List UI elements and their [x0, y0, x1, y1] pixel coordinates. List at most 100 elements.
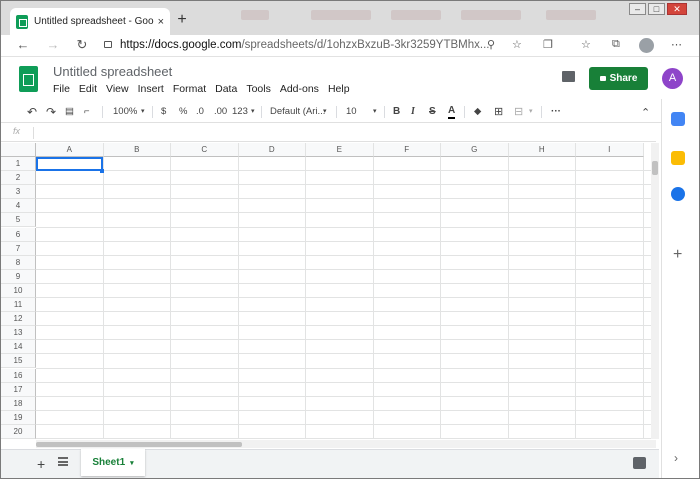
row-header[interactable]: 7: [1, 241, 36, 256]
menu-data[interactable]: Data: [215, 83, 237, 95]
row-header[interactable]: 16: [1, 368, 36, 383]
collections-icon[interactable]: ❐: [543, 38, 553, 51]
print-icon[interactable]: ▤: [65, 105, 74, 119]
bold-button[interactable]: B: [393, 105, 400, 119]
percent-button[interactable]: %: [179, 105, 187, 119]
undo-icon[interactable]: ↶: [27, 105, 37, 119]
browser-menu-icon[interactable]: ⋯: [671, 38, 682, 51]
row-header[interactable]: 18: [1, 396, 36, 411]
menu-view[interactable]: View: [106, 83, 129, 95]
spreadsheet-grid[interactable]: A B C D E F G H I 1 2 3 4 5 6 7 8 9 10 11 12 13 14 15 16 17 18 19 20: [1, 143, 651, 439]
column-header[interactable]: I: [576, 143, 644, 157]
comments-icon[interactable]: [562, 71, 575, 82]
background-tab[interactable]: [546, 10, 596, 20]
background-tab[interactable]: [241, 10, 269, 20]
tab-actions-icon[interactable]: ⧉: [612, 38, 620, 51]
column-header[interactable]: A: [36, 143, 104, 157]
all-sheets-icon[interactable]: [58, 457, 68, 466]
vertical-scroll-thumb[interactable]: [652, 161, 658, 175]
row-header[interactable]: 4: [1, 199, 36, 214]
row-header[interactable]: 13: [1, 326, 36, 341]
close-window-button[interactable]: ✕: [667, 3, 687, 15]
row-header[interactable]: 9: [1, 269, 36, 284]
menu-insert[interactable]: Insert: [138, 83, 164, 95]
menu-tools[interactable]: Tools: [246, 83, 271, 95]
add-sheet-icon[interactable]: +: [37, 456, 45, 472]
tasks-icon[interactable]: [671, 187, 685, 201]
column-header[interactable]: C: [171, 143, 239, 157]
more-options-button[interactable]: ···: [551, 105, 561, 119]
maximize-button[interactable]: □: [648, 3, 665, 15]
row-header[interactable]: 5: [1, 213, 36, 228]
column-header[interactable]: G: [441, 143, 509, 157]
font-select[interactable]: Default (Ari...: [270, 105, 325, 119]
column-header[interactable]: H: [508, 143, 576, 157]
row-header[interactable]: 3: [1, 185, 36, 200]
keep-icon[interactable]: [671, 151, 685, 165]
row-header[interactable]: 11: [1, 298, 36, 313]
tab-close-icon[interactable]: ×: [158, 16, 164, 28]
show-side-panel-icon[interactable]: ›: [674, 451, 678, 465]
favorites-icon[interactable]: ☆: [581, 38, 591, 51]
column-header[interactable]: F: [373, 143, 441, 157]
fill-color-icon[interactable]: ◆: [474, 105, 481, 119]
paint-format-icon[interactable]: ⌐: [84, 105, 90, 119]
horizontal-scrollbar[interactable]: [36, 440, 656, 448]
calendar-icon[interactable]: [671, 112, 685, 126]
menu-format[interactable]: Format: [173, 83, 206, 95]
column-header[interactable]: D: [238, 143, 306, 157]
forward-arrow-icon[interactable]: →: [44, 37, 62, 52]
selected-cell[interactable]: [36, 157, 103, 171]
refresh-icon[interactable]: ↻: [73, 37, 91, 53]
share-button[interactable]: Share: [589, 67, 648, 90]
row-header[interactable]: 20: [1, 424, 36, 439]
horizontal-scroll-thumb[interactable]: [36, 442, 242, 447]
row-header[interactable]: 6: [1, 227, 36, 242]
vertical-scrollbar[interactable]: [651, 143, 659, 439]
currency-button[interactable]: $: [161, 105, 166, 119]
borders-icon[interactable]: ⊞: [494, 105, 503, 119]
select-all-corner[interactable]: [1, 143, 36, 157]
menu-edit[interactable]: Edit: [79, 83, 97, 95]
background-tab[interactable]: [391, 10, 441, 20]
minimize-button[interactable]: –: [629, 3, 646, 15]
column-header[interactable]: E: [306, 143, 374, 157]
url-field[interactable]: https://docs.google.com/spreadsheets/d/1…: [104, 36, 524, 55]
menu-file[interactable]: File: [53, 83, 70, 95]
italic-button[interactable]: I: [411, 105, 415, 119]
collapse-menu-icon[interactable]: ⌃: [641, 106, 650, 119]
row-header[interactable]: 12: [1, 312, 36, 327]
row-header[interactable]: 1: [1, 157, 36, 172]
menu-help[interactable]: Help: [328, 83, 350, 95]
back-arrow-icon[interactable]: ←: [14, 37, 32, 52]
row-header[interactable]: 15: [1, 354, 36, 369]
font-size-select[interactable]: 10: [346, 105, 357, 119]
browser-profile-icon[interactable]: [639, 38, 654, 53]
new-tab-button[interactable]: +: [173, 11, 191, 29]
row-header[interactable]: 2: [1, 171, 36, 186]
merge-cells-icon[interactable]: ⊟: [514, 105, 523, 119]
explore-icon[interactable]: [633, 457, 646, 469]
get-addons-icon[interactable]: +: [673, 246, 682, 264]
increase-decimal-button[interactable]: .00: [214, 105, 227, 119]
zoom-select[interactable]: 100%: [113, 105, 137, 119]
row-header[interactable]: 14: [1, 340, 36, 355]
row-header[interactable]: 8: [1, 255, 36, 270]
row-header[interactable]: 19: [1, 410, 36, 425]
row-header[interactable]: 17: [1, 382, 36, 397]
text-color-button[interactable]: A: [448, 105, 456, 119]
column-header[interactable]: B: [103, 143, 171, 157]
key-icon[interactable]: ⚲: [487, 38, 495, 51]
row-header[interactable]: 10: [1, 283, 36, 298]
account-avatar[interactable]: A: [662, 68, 683, 89]
menu-addons[interactable]: Add-ons: [280, 83, 319, 95]
sheet-tab[interactable]: Sheet1 ▾: [81, 449, 145, 476]
fill-handle[interactable]: [100, 169, 104, 173]
doc-title[interactable]: Untitled spreadsheet: [53, 64, 172, 79]
sheets-logo-icon[interactable]: [19, 66, 38, 92]
more-formats-button[interactable]: 123: [232, 105, 248, 119]
decrease-decimal-button[interactable]: .0: [196, 105, 204, 119]
redo-icon[interactable]: ↷: [46, 105, 56, 119]
browser-tab-active[interactable]: Untitled spreadsheet - Google S ×: [10, 8, 170, 35]
background-tab[interactable]: [461, 10, 521, 20]
